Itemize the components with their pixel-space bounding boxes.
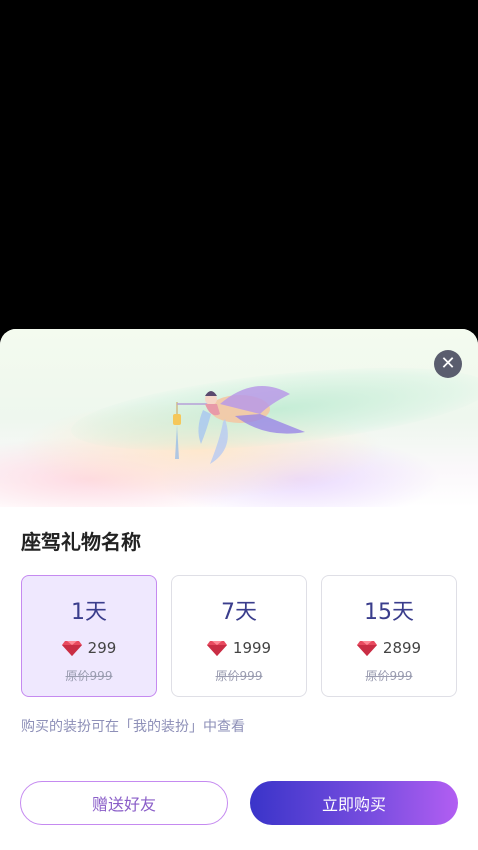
- plan-original-price: 原价999: [365, 669, 413, 683]
- mount-preview-image: [173, 386, 305, 464]
- plan-original-price: 原价999: [65, 669, 113, 683]
- diamond-icon: [356, 641, 377, 656]
- gift-friend-button[interactable]: 赠送好友: [20, 781, 228, 825]
- plan-price-row: 2899: [322, 639, 456, 657]
- plan-option-7-day[interactable]: 7天 1999 原价999: [171, 575, 307, 697]
- plan-option-15-day[interactable]: 15天 2899 原价999: [321, 575, 457, 697]
- plan-original-price: 原价999: [215, 669, 263, 683]
- gift-name-title: 座驾礼物名称: [21, 530, 141, 554]
- purchase-sheet: ✕ 座驾礼物名称 1天 299 原价999 7天 1999 原价999 15天: [0, 329, 478, 850]
- mount-banner: ✕: [0, 329, 478, 507]
- buy-now-button[interactable]: 立即购买: [250, 781, 458, 825]
- plan-price: 2899: [382, 639, 422, 657]
- plan-duration: 7天: [221, 600, 257, 625]
- plan-duration: 1天: [71, 600, 107, 625]
- close-icon[interactable]: ✕: [434, 350, 462, 378]
- plan-price: 1999: [232, 639, 272, 657]
- diamond-icon: [61, 641, 82, 656]
- plan-duration: 15天: [364, 600, 414, 625]
- diamond-icon: [206, 641, 227, 656]
- plan-price: 299: [87, 639, 117, 657]
- plan-price-row: 299: [22, 639, 156, 657]
- purchase-note: 购买的装扮可在「我的装扮」中查看: [21, 719, 245, 735]
- plan-price-row: 1999: [172, 639, 306, 657]
- plan-option-1-day[interactable]: 1天 299 原价999: [21, 575, 157, 697]
